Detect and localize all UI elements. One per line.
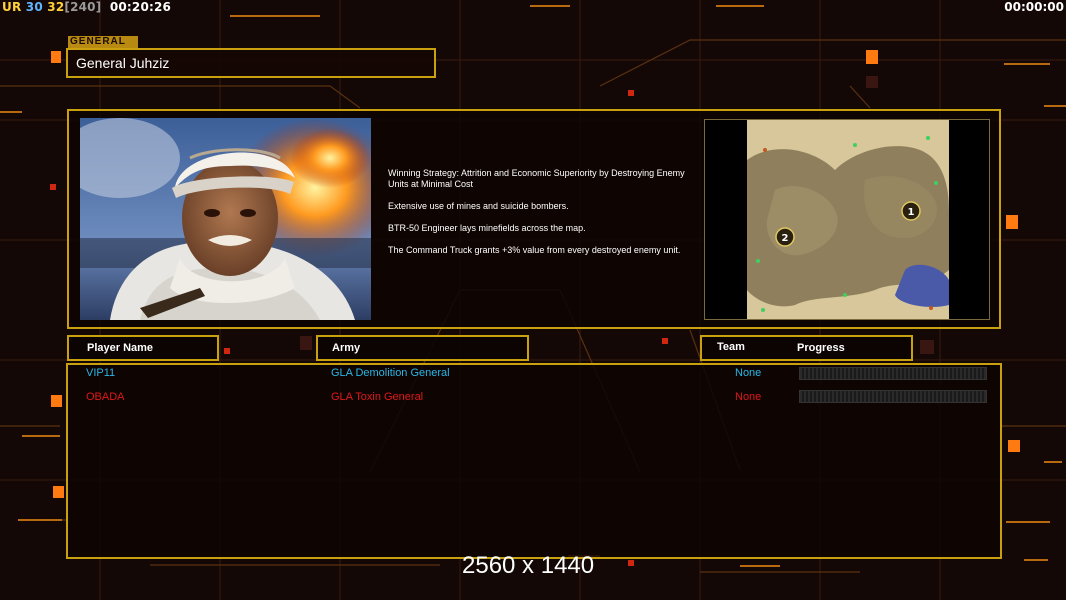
- strategy-line: Extensive use of mines and suicide bombe…: [388, 201, 569, 211]
- player-army: GLA Demolition General: [331, 367, 450, 379]
- player-name: VIP11: [86, 367, 116, 379]
- header-team-label: Team: [717, 341, 745, 353]
- loading-progress-bar: [799, 390, 987, 403]
- header-army-label: Army: [332, 342, 361, 354]
- strategy-line: BTR-50 Engineer lays minefields across t…: [388, 223, 586, 233]
- player-team: None: [735, 391, 762, 403]
- general-name: General Juhziz: [76, 55, 170, 71]
- player-army: GLA Toxin General: [331, 391, 424, 403]
- strategy-description: Winning Strategy: Attrition and Economic…: [388, 168, 698, 267]
- fps-value: 30: [25, 0, 43, 14]
- player-name: OBADA: [86, 391, 125, 403]
- resolution-watermark: 2560 x 1440: [462, 552, 595, 579]
- general-portrait: [80, 118, 371, 320]
- header-player-name-label: Player Name: [87, 342, 154, 354]
- header-player-name: Player Name: [67, 335, 219, 361]
- section-label-general: GENERAL: [68, 36, 138, 48]
- portrait-image: [80, 118, 371, 320]
- map-preview: 2 1: [704, 119, 990, 320]
- header-team-progress: Team Progress: [700, 335, 913, 361]
- player-team: None: [735, 367, 762, 379]
- header-army: Army: [316, 335, 529, 361]
- start-position-1: 1: [908, 207, 915, 218]
- loading-progress-bar: [799, 367, 987, 380]
- header-progress-label: Progress: [797, 342, 845, 354]
- general-name-box: General Juhziz: [66, 48, 436, 78]
- clock: 00:20:26: [109, 0, 172, 14]
- fps-average: 32: [47, 0, 65, 14]
- start-position-2: 2: [782, 233, 789, 244]
- fps-cap: [240]: [64, 0, 102, 14]
- ur-label: UR: [2, 0, 22, 14]
- strategy-line: The Command Truck grants +3% value from …: [388, 245, 681, 255]
- strategy-line: Winning Strategy: Attrition and Economic…: [388, 168, 685, 189]
- performance-readout: UR 30 32[240] 00:20:26: [2, 0, 171, 14]
- game-timer: 00:00:00: [1004, 0, 1064, 14]
- map-image: 2 1: [747, 120, 949, 319]
